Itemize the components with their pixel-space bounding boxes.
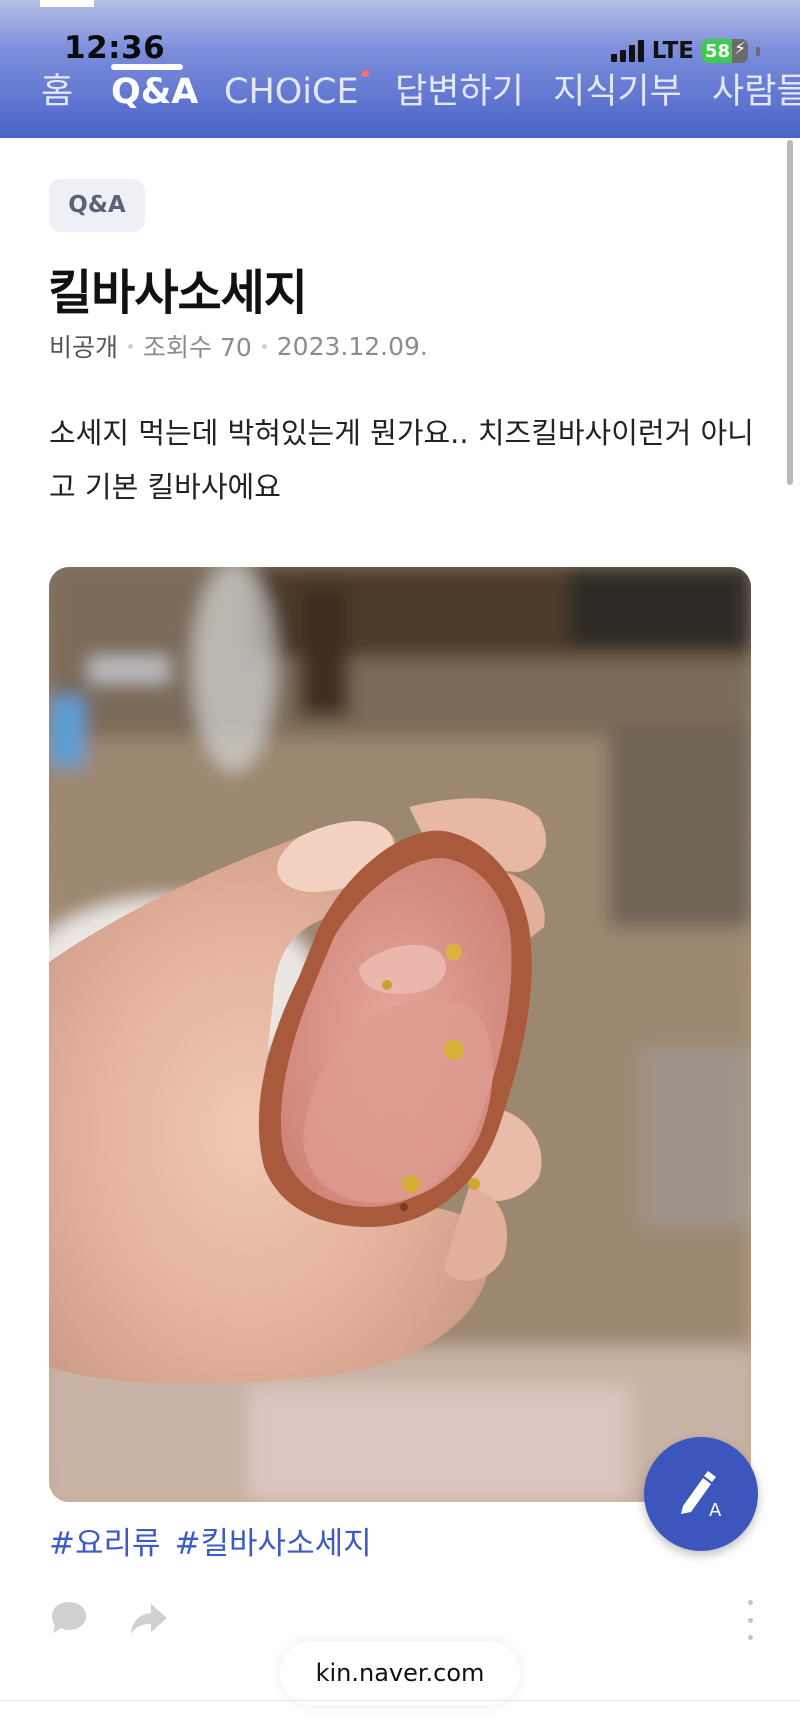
svg-text:A: A — [709, 1500, 722, 1521]
tag-list: #요리류 #킬바사소세지 — [49, 1518, 372, 1563]
signal-icon — [610, 40, 644, 62]
tab-people[interactable]: 사람들 — [712, 66, 800, 138]
tab-answer[interactable]: 답변하기 — [395, 66, 524, 138]
status-indicator — [40, 0, 94, 7]
divider — [0, 1700, 800, 1701]
write-answer-button[interactable]: A — [644, 1437, 758, 1551]
post-date: 2023.12.09. — [276, 331, 428, 361]
battery-icon: 58 ⚡ — [702, 39, 748, 63]
post-body: 소세지 먹는데 박혀있는게 뭔가요.. 치즈킬바사이런거 아니고 기본 킬바사에… — [49, 416, 754, 504]
post-photo[interactable] — [49, 567, 751, 1502]
post-views: 조회수 70 — [143, 333, 252, 362]
scrollbar[interactable] — [787, 140, 793, 485]
status-icons: LTE 58 ⚡ — [610, 38, 760, 64]
more-vertical-icon[interactable] — [745, 1600, 755, 1640]
tag-item[interactable]: #킬바사소세지 — [175, 1518, 372, 1563]
write-answer-icon: A — [681, 1471, 722, 1521]
new-badge-dot — [362, 70, 369, 77]
post-author: 비공개 — [49, 333, 119, 362]
network-label: LTE — [651, 38, 694, 64]
nav-tabs: 홈 Q&A CHOiCE 답변하기 지식기부 사람들 — [0, 66, 800, 138]
tab-choice[interactable]: CHOiCE — [224, 66, 359, 138]
comment-icon[interactable] — [49, 1598, 89, 1642]
post-actions — [49, 1598, 755, 1644]
post-title: 킬바사소세지 — [48, 265, 308, 321]
status-time: 12:36 — [64, 30, 166, 66]
post-meta: 비공개 조회수 70 2023.12.09. — [49, 328, 428, 364]
sausage-photo-image — [49, 567, 751, 1502]
tag-item[interactable]: #요리류 — [49, 1518, 161, 1563]
url-bar[interactable]: kin.naver.com — [280, 1641, 520, 1705]
top-header: 12:36 LTE 58 ⚡ 홈 Q&A CHOiCE 답변하기 지식기부 사람… — [0, 0, 800, 138]
tab-home[interactable]: 홈 — [41, 66, 73, 138]
battery-level: 58 — [705, 40, 731, 62]
active-tab-indicator — [111, 64, 183, 70]
category-chip[interactable]: Q&A — [49, 179, 145, 232]
share-icon[interactable] — [129, 1602, 169, 1640]
tab-qna[interactable]: Q&A — [111, 66, 198, 138]
tab-donate[interactable]: 지식기부 — [553, 66, 682, 138]
